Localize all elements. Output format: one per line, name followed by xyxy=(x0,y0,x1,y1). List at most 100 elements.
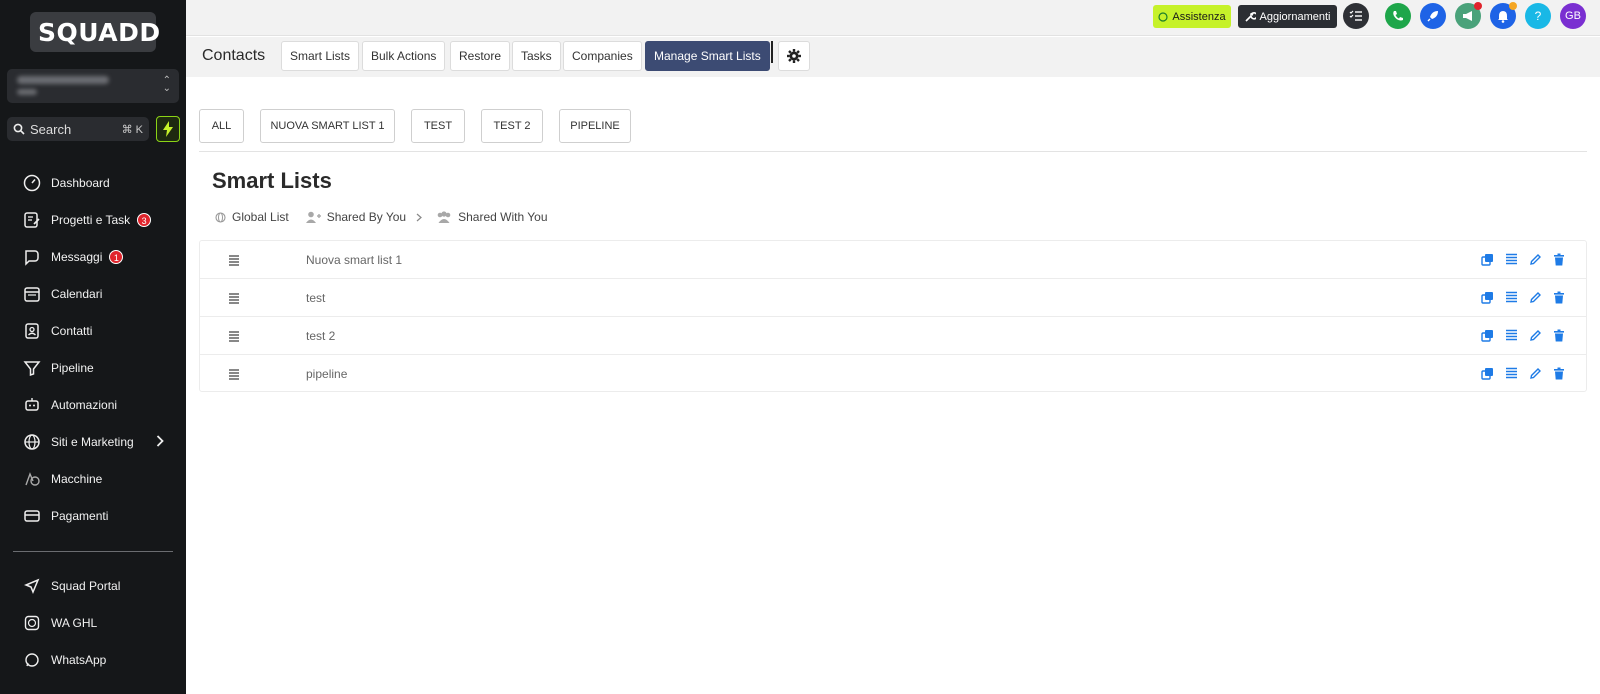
send-icon xyxy=(22,576,42,596)
row-actions xyxy=(1480,366,1566,380)
trash-icon[interactable] xyxy=(1552,290,1566,304)
drag-handle-icon[interactable] xyxy=(228,329,240,347)
robot-icon xyxy=(22,395,42,415)
share-tab-label: Global List xyxy=(232,210,289,224)
sidebar-item-calendari[interactable]: Calendari xyxy=(0,279,186,309)
copy-icon[interactable] xyxy=(1480,366,1494,380)
sidebar-item-pagamenti[interactable]: Pagamenti xyxy=(0,501,186,531)
table-row: test xyxy=(200,279,1586,317)
table-row: Nuova smart list 1 xyxy=(200,241,1586,279)
account-switcher[interactable]: ⌃ ⌄ xyxy=(7,69,179,103)
filter-all[interactable]: ALL xyxy=(199,109,244,143)
edit-icon[interactable] xyxy=(1528,290,1542,304)
users-icon xyxy=(437,211,451,223)
columns-icon[interactable] xyxy=(1504,290,1518,304)
whatsapp-icon xyxy=(1158,11,1168,22)
columns-icon[interactable] xyxy=(1504,252,1518,266)
copy-icon[interactable] xyxy=(1480,328,1494,342)
filter-nuova-smart-list-1[interactable]: NUOVA SMART LIST 1 xyxy=(260,109,395,143)
avatar-initials: GB xyxy=(1565,10,1581,22)
notifications-button[interactable] xyxy=(1490,2,1517,29)
sidebar-item-contatti[interactable]: Contatti xyxy=(0,316,186,346)
share-tab-label: Shared By You xyxy=(326,210,407,224)
user-plus-icon xyxy=(305,211,321,223)
sidebar-item-whatsapp[interactable]: WhatsApp xyxy=(0,645,186,675)
bolt-icon xyxy=(163,121,173,137)
list-name[interactable]: pipeline xyxy=(306,367,347,381)
drag-handle-icon[interactable] xyxy=(228,367,240,385)
rocket-button[interactable] xyxy=(1420,3,1446,29)
share-tab-label: Shared With You xyxy=(458,210,548,224)
drag-handle-icon[interactable] xyxy=(228,291,240,309)
sidebar-item-label: Squad Portal xyxy=(51,579,121,593)
count-badge: 3 xyxy=(137,213,152,227)
task-list-button[interactable] xyxy=(1343,3,1369,29)
list-name[interactable]: Nuova smart list 1 xyxy=(306,253,402,267)
sidebar-item-label: Progetti e Task xyxy=(51,213,131,227)
top-bar: Assistenza Aggiornamenti ? GB xyxy=(186,0,1600,36)
tab-shared-by-you[interactable]: Shared By You xyxy=(305,210,423,224)
tab-shared-with-you[interactable]: Shared With You xyxy=(436,210,548,224)
brand-logo[interactable]: SQUADD xyxy=(30,12,160,52)
list-name[interactable]: test xyxy=(306,291,325,305)
tab-bulk-actions[interactable]: Bulk Actions xyxy=(362,41,446,71)
card-icon xyxy=(22,506,42,526)
columns-icon[interactable] xyxy=(1504,366,1518,380)
assistenza-button[interactable]: Assistenza xyxy=(1153,5,1231,28)
copy-icon[interactable] xyxy=(1480,252,1494,266)
tab-separator xyxy=(771,41,773,63)
list-name[interactable]: test 2 xyxy=(306,329,335,343)
sidebar-item-label: Contatti xyxy=(51,324,93,338)
phone-icon xyxy=(1393,11,1403,21)
chevron-right-icon xyxy=(156,434,164,450)
brand-name: SQUADD xyxy=(38,17,161,47)
sidebar-item-squad-portal[interactable]: Squad Portal xyxy=(0,571,186,601)
help-button[interactable]: ? xyxy=(1525,3,1551,29)
sidebar-item-messaggi[interactable]: Messaggi 1 xyxy=(0,242,186,272)
trash-icon[interactable] xyxy=(1552,366,1566,380)
filter-test[interactable]: TEST xyxy=(411,109,465,143)
trash-icon[interactable] xyxy=(1552,328,1566,342)
sidebar-item-label: Dashboard xyxy=(51,176,110,190)
sidebar-item-dashboard[interactable]: Dashboard xyxy=(0,168,186,198)
filter-test-2[interactable]: TEST 2 xyxy=(481,109,543,143)
help-label: ? xyxy=(1534,9,1542,23)
tab-tasks[interactable]: Tasks xyxy=(512,41,561,71)
tab-restore[interactable]: Restore xyxy=(450,41,511,71)
rocket-icon xyxy=(1427,11,1438,22)
chevron-updown-icon: ⌃ ⌄ xyxy=(162,75,171,94)
account-sub-blurred xyxy=(17,89,37,95)
contacts-tab-bar: Contacts Smart Lists Bulk Actions Restor… xyxy=(186,37,1600,77)
tab-global-list[interactable]: Global List xyxy=(215,210,289,224)
filter-pipeline[interactable]: PIPELINE xyxy=(559,109,631,143)
row-actions xyxy=(1480,290,1566,304)
chat-icon xyxy=(22,247,42,267)
tab-manage-smart-lists[interactable]: Manage Smart Lists xyxy=(645,41,770,71)
tab-smart-lists[interactable]: Smart Lists xyxy=(281,41,360,71)
phone-button[interactable] xyxy=(1385,3,1411,29)
search-icon xyxy=(13,123,25,135)
sidebar-item-pipeline[interactable]: Pipeline xyxy=(0,353,186,383)
drag-handle-icon[interactable] xyxy=(228,253,240,271)
gear-icon xyxy=(787,49,801,63)
sidebar-item-automazioni[interactable]: Automazioni xyxy=(0,390,186,420)
edit-icon[interactable] xyxy=(1528,252,1542,266)
avatar[interactable]: GB xyxy=(1560,3,1586,29)
sidebar-item-siti-marketing[interactable]: Siti e Marketing xyxy=(0,427,186,457)
smart-lists-table: Nuova smart list 1 test test 2 pipeline xyxy=(199,240,1587,392)
sidebar-item-macchine[interactable]: Macchine xyxy=(0,464,186,494)
quick-actions-button[interactable] xyxy=(156,116,180,142)
tab-companies[interactable]: Companies xyxy=(563,41,642,71)
announcements-button[interactable] xyxy=(1455,2,1482,29)
sidebar-item-progetti[interactable]: Progetti e Task 3 xyxy=(0,205,186,235)
trash-icon[interactable] xyxy=(1552,252,1566,266)
columns-icon[interactable] xyxy=(1504,328,1518,342)
edit-icon[interactable] xyxy=(1528,328,1542,342)
edit-icon[interactable] xyxy=(1528,366,1542,380)
settings-button[interactable] xyxy=(778,41,810,71)
funnel-icon xyxy=(22,358,42,378)
sidebar-item-wa-ghl[interactable]: WA GHL xyxy=(0,608,186,638)
copy-icon[interactable] xyxy=(1480,290,1494,304)
aggiornamenti-button[interactable]: Aggiornamenti xyxy=(1238,5,1337,28)
search-input[interactable]: Search ⌘ K xyxy=(7,117,149,141)
